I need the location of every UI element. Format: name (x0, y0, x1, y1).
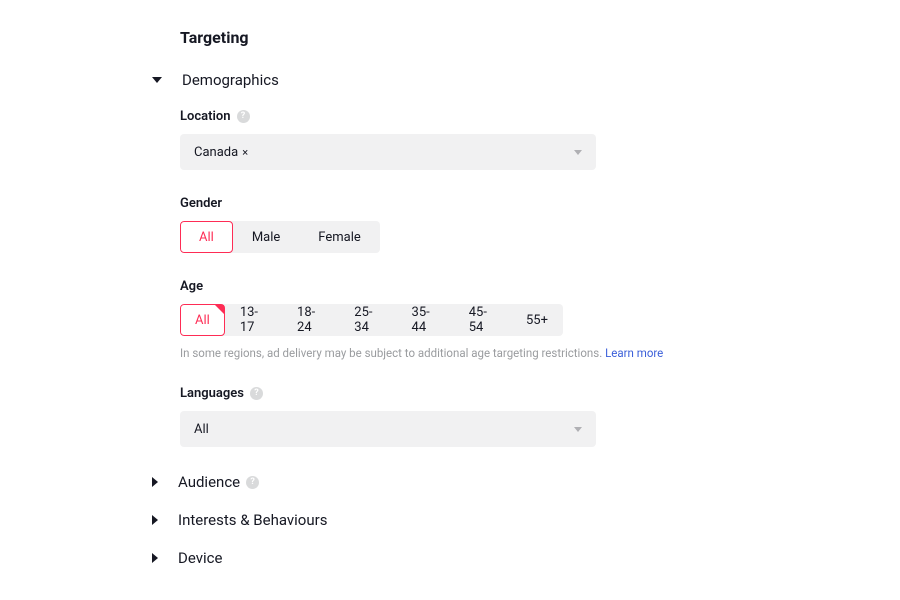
languages-label: Languages (180, 386, 244, 401)
age-option-25-34[interactable]: 25-34 (339, 304, 396, 336)
age-option-55plus[interactable]: 55+ (511, 304, 563, 336)
chevron-down-icon (574, 150, 582, 155)
gender-option-female[interactable]: Female (299, 221, 379, 253)
close-icon[interactable]: × (242, 146, 248, 159)
section-toggle-demographics[interactable]: Demographics (152, 71, 900, 89)
age-label: Age (180, 279, 203, 294)
field-age: Age All 13-17 18-24 25-34 35-44 45-54 55… (180, 279, 900, 360)
location-label: Location (180, 109, 231, 124)
location-select[interactable]: Canada × (180, 134, 596, 170)
gender-label: Gender (180, 196, 222, 211)
age-button-group: All 13-17 18-24 25-34 35-44 45-54 55+ (180, 304, 563, 336)
age-option-35-44[interactable]: 35-44 (397, 304, 454, 336)
age-option-all[interactable]: All (180, 304, 225, 336)
gender-option-all[interactable]: All (180, 221, 233, 253)
age-option-18-24[interactable]: 18-24 (282, 304, 339, 336)
help-icon[interactable]: ? (246, 476, 259, 489)
section-label-interests: Interests & Behaviours (178, 511, 327, 529)
field-location: Location ? Canada × (180, 109, 900, 170)
gender-button-group: All Male Female (180, 221, 380, 253)
languages-value: All (194, 422, 209, 437)
caret-right-icon (152, 477, 158, 487)
help-icon[interactable]: ? (250, 387, 263, 400)
section-label-audience: Audience (178, 473, 240, 491)
section-label-demographics: Demographics (182, 71, 279, 89)
caret-down-icon (152, 77, 162, 83)
age-option-13-17[interactable]: 13-17 (225, 304, 282, 336)
page-title: Targeting (180, 28, 900, 47)
section-toggle-interests[interactable]: Interests & Behaviours (152, 511, 900, 529)
location-tag: Canada (194, 145, 238, 160)
section-toggle-audience[interactable]: Audience ? (152, 473, 900, 491)
languages-select[interactable]: All (180, 411, 596, 447)
age-note-text: In some regions, ad delivery may be subj… (180, 346, 605, 360)
field-languages: Languages ? All (180, 386, 900, 447)
chevron-down-icon (574, 427, 582, 432)
caret-right-icon (152, 515, 158, 525)
section-toggle-device[interactable]: Device (152, 549, 900, 567)
field-gender: Gender All Male Female (180, 196, 900, 253)
help-icon[interactable]: ? (237, 110, 250, 123)
caret-right-icon (152, 553, 158, 563)
gender-option-male[interactable]: Male (233, 221, 299, 253)
age-note: In some regions, ad delivery may be subj… (180, 346, 900, 360)
learn-more-link[interactable]: Learn more (605, 346, 663, 360)
section-label-device: Device (178, 549, 222, 567)
age-option-45-54[interactable]: 45-54 (454, 304, 511, 336)
